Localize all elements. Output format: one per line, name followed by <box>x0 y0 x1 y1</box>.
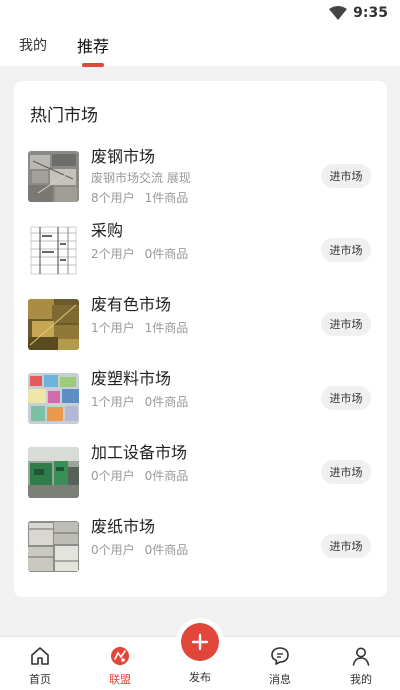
market-name: 废纸市场 <box>91 517 156 536</box>
status-time: 9:35 <box>353 5 388 21</box>
market-stats: 1个用户 0件商品 <box>91 393 188 410</box>
market-stats: 0个用户 0件商品 <box>91 467 188 484</box>
market-name: 废有色市场 <box>91 295 172 314</box>
nav-alliance[interactable]: 联盟 <box>90 645 150 687</box>
user-icon <box>352 647 370 666</box>
market-name: 废塑料市场 <box>91 369 172 388</box>
market-name: 废钢市场 <box>91 147 156 166</box>
publish-button[interactable] <box>181 623 219 661</box>
market-thumbnail-document <box>28 225 79 276</box>
top-tabs: 我的 推荐 <box>0 26 400 66</box>
enter-market-button[interactable]: 进市场 <box>321 164 371 188</box>
enter-market-button[interactable]: 进市场 <box>321 460 371 484</box>
market-name: 采购 <box>91 221 124 240</box>
tab-mine[interactable]: 我的 <box>19 35 47 57</box>
market-user-count: 1个用户 <box>91 395 135 409</box>
enter-market-button[interactable]: 进市场 <box>321 534 371 558</box>
nav-messages-label: 消息 <box>269 673 291 686</box>
market-item[interactable]: 采购 2个用户 0件商品 进市场 <box>14 217 387 291</box>
nav-messages[interactable]: 消息 <box>250 645 310 687</box>
status-bar: 9:35 <box>0 0 400 26</box>
enter-market-button[interactable]: 进市场 <box>321 312 371 336</box>
hot-markets-card: 热门市场 废钢市场 废钢市场交流 展现 8个用户 1件商品 进市场 采购 2个用… <box>14 81 387 597</box>
chat-icon <box>271 647 289 665</box>
wifi-icon <box>329 6 348 20</box>
plus-icon <box>191 633 209 651</box>
market-goods-count: 0件商品 <box>144 469 189 483</box>
market-list: 废钢市场 废钢市场交流 展现 8个用户 1件商品 进市场 采购 2个用户 0件商… <box>14 143 387 587</box>
market-thumbnail-scrap-steel <box>28 151 79 202</box>
market-item[interactable]: 废塑料市场 1个用户 0件商品 进市场 <box>14 365 387 439</box>
enter-market-button[interactable]: 进市场 <box>321 238 371 262</box>
nav-home[interactable]: 首页 <box>10 645 70 687</box>
market-thumbnail-plastic <box>28 373 79 424</box>
home-icon <box>31 647 49 665</box>
market-stats: 8个用户 1件商品 <box>91 189 188 206</box>
market-thumbnail-equipment <box>28 447 79 498</box>
market-goods-count: 0件商品 <box>144 543 189 557</box>
nav-alliance-label: 联盟 <box>109 673 131 686</box>
market-name: 加工设备市场 <box>91 443 188 462</box>
market-goods-count: 0件商品 <box>144 395 189 409</box>
market-user-count: 0个用户 <box>91 469 135 483</box>
card-title: 热门市场 <box>30 106 98 126</box>
market-stats: 2个用户 0件商品 <box>91 245 188 262</box>
tab-recommend[interactable]: 推荐 <box>77 33 109 59</box>
market-user-count: 2个用户 <box>91 247 135 261</box>
market-stats: 0个用户 0件商品 <box>91 541 188 558</box>
market-stats: 1个用户 1件商品 <box>91 319 188 336</box>
enter-market-button[interactable]: 进市场 <box>321 386 371 410</box>
alliance-icon <box>111 647 129 665</box>
market-item[interactable]: 废纸市场 0个用户 0件商品 进市场 <box>14 513 387 587</box>
market-thumbnail-paper <box>28 521 79 572</box>
nav-mine-label: 我的 <box>350 673 372 686</box>
market-item[interactable]: 加工设备市场 0个用户 0件商品 进市场 <box>14 439 387 513</box>
nav-home-label: 首页 <box>29 673 51 686</box>
market-user-count: 0个用户 <box>91 543 135 557</box>
market-thumbnail-nonferrous <box>28 299 79 350</box>
market-item[interactable]: 废有色市场 1个用户 1件商品 进市场 <box>14 291 387 365</box>
market-goods-count: 1件商品 <box>144 321 189 335</box>
nav-mine[interactable]: 我的 <box>331 645 391 687</box>
market-description: 废钢市场交流 展现 <box>91 171 191 185</box>
market-user-count: 8个用户 <box>91 191 135 205</box>
market-item[interactable]: 废钢市场 废钢市场交流 展现 8个用户 1件商品 进市场 <box>14 143 387 217</box>
market-user-count: 1个用户 <box>91 321 135 335</box>
market-goods-count: 0件商品 <box>144 247 189 261</box>
market-goods-count: 1件商品 <box>144 191 189 205</box>
publish-label: 发布 <box>189 671 211 684</box>
